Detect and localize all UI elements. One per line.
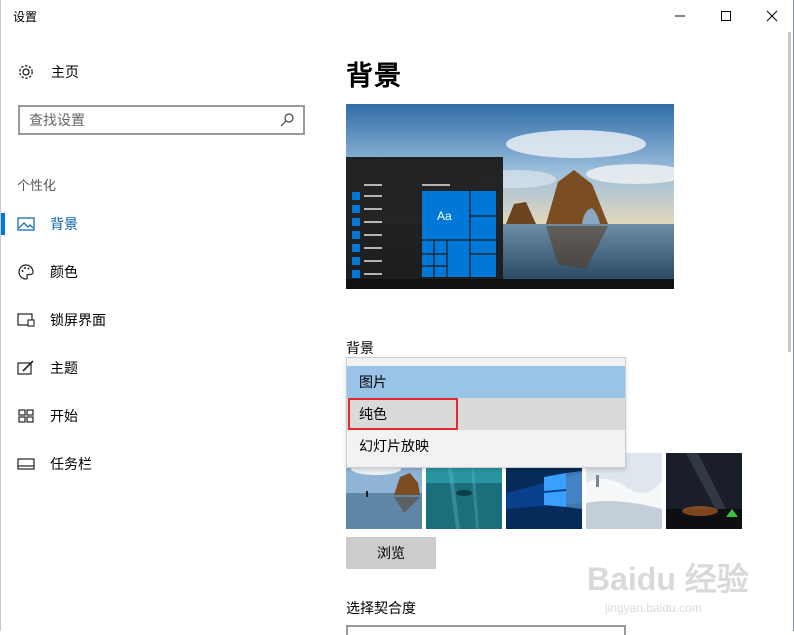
sidebar-item-lock-screen[interactable]: 锁屏界面 [1,300,321,340]
sidebar-item-label: 背景 [50,217,78,233]
scrollbar[interactable] [788,32,791,352]
watermark-subtext: jingyan.baidu.com [604,601,702,615]
title-bar: 设置 [1,0,794,32]
search-icon[interactable] [279,112,295,128]
watermark-text: Baidu 经验 [587,561,749,597]
sidebar-item-label: 锁屏界面 [50,313,106,329]
fit-label: 选择契合度 [346,601,416,617]
picture-icon [17,215,35,233]
annotation-highlight-box [348,398,458,430]
home-label: 主页 [51,65,79,81]
sidebar-item-label: 开始 [50,409,78,425]
option-label: 幻灯片放映 [359,439,429,455]
option-label: 图片 [359,375,387,391]
maximize-button[interactable] [703,0,749,32]
palette-icon [17,263,35,281]
thumbnail-night-sky[interactable] [666,453,742,529]
active-indicator [1,213,5,235]
home-link[interactable]: 主页 [17,62,79,82]
close-icon [766,10,778,22]
dropdown-option-picture[interactable]: 图片 [347,366,625,398]
window-title: 设置 [13,10,38,24]
maximize-icon [721,11,731,21]
baidu-watermark: Baidu 经验 jingyan.baidu.com [587,548,757,628]
sidebar-item-background[interactable]: 背景 [1,204,321,244]
sidebar-item-label: 颜色 [50,265,78,281]
sidebar-item-label: 任务栏 [50,457,92,473]
background-dropdown-menu[interactable]: 图片 纯色 幻灯片放映 [346,357,626,468]
browse-button[interactable]: 浏览 [346,537,436,569]
main-content: 背景 Aa 背景 图片 纯色 幻灯片放映 浏览 选择契合度 [346,32,766,635]
settings-window: 设置 主页 查找设置 个性化 背景 颜色 锁屏界面 主题 开始 任务栏 背景 A… [0,0,794,635]
desktop-preview: Aa [346,104,674,289]
gear-icon [19,65,33,79]
start-tiles-icon [17,407,35,425]
tile-text: Aa [437,209,452,223]
sidebar-item-taskbar[interactable]: 任务栏 [1,444,321,484]
minimize-icon [675,15,685,17]
sidebar-item-colors[interactable]: 颜色 [1,252,321,292]
search-input[interactable]: 查找设置 [18,105,305,135]
sidebar-item-start[interactable]: 开始 [1,396,321,436]
search-placeholder: 查找设置 [29,113,85,129]
lock-screen-icon [17,311,35,329]
sidebar-item-themes[interactable]: 主题 [1,348,321,388]
taskbar-icon [17,455,35,473]
sidebar: 主页 查找设置 个性化 背景 颜色 锁屏界面 主题 开始 任务栏 [1,32,321,631]
sidebar-item-label: 主题 [50,361,78,377]
fit-dropdown[interactable] [346,625,626,635]
background-label: 背景 [346,341,374,357]
theme-brush-icon [17,359,35,377]
dropdown-option-slideshow[interactable]: 幻灯片放映 [347,430,625,462]
close-button[interactable] [749,0,794,32]
section-title: 个性化 [17,179,57,194]
minimize-button[interactable] [657,0,703,32]
page-title: 背景 [346,61,402,92]
